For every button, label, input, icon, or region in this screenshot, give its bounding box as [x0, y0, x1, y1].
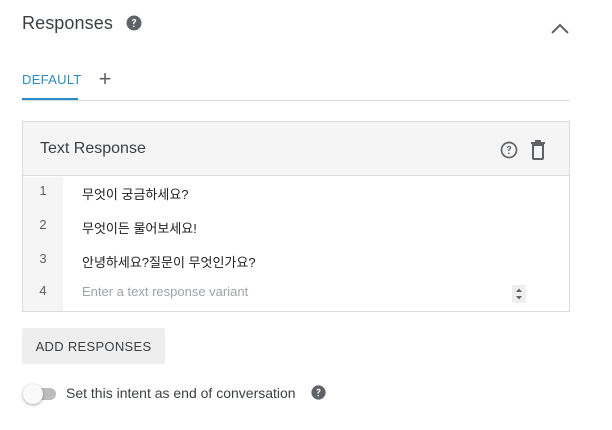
line-number: 1	[39, 183, 47, 198]
section-title: Responses	[22, 13, 113, 33]
add-responses-label: ADD RESPONSES	[35, 338, 152, 354]
end-conversation-toggle[interactable]	[22, 383, 58, 405]
response-input[interactable]: Enter a text response variant	[82, 284, 248, 299]
response-text[interactable]: 무엇이든 물어보세요!	[82, 218, 197, 237]
end-conversation-label: Set this intent as end of conversation	[66, 385, 296, 401]
help-outline-icon[interactable]	[499, 140, 519, 160]
response-row: 4 Enter a text response variant	[23, 277, 569, 311]
text-response-card: Text Response 1 무엇이 궁금하세요? 2 무엇이든 물어보세요!…	[22, 121, 570, 312]
toggle-thumb	[23, 384, 43, 404]
line-number: 2	[39, 217, 47, 232]
response-text[interactable]: 무엇이 궁금하세요?	[82, 184, 189, 203]
response-row: 2 무엇이든 물어보세요!	[23, 211, 569, 245]
help-circle-icon[interactable]	[310, 384, 327, 401]
chevron-up-icon[interactable]	[549, 20, 571, 38]
plus-icon[interactable]: +	[96, 68, 114, 90]
card-header: Text Response	[23, 122, 569, 176]
trash-icon[interactable]	[529, 139, 547, 161]
response-row: 3 안녕하세요?질문이 무엇인가요?	[23, 245, 569, 279]
line-number: 3	[39, 251, 47, 266]
tab-divider	[22, 100, 570, 101]
card-title: Text Response	[40, 140, 146, 157]
help-circle-icon[interactable]	[125, 14, 143, 32]
spinner-arrows-icon[interactable]	[512, 285, 526, 303]
response-text[interactable]: 안녕하세요?질문이 무엇인가요?	[82, 252, 256, 271]
add-responses-button[interactable]: ADD RESPONSES	[22, 328, 165, 364]
responses-panel: Responses DEFAULT + Text Response 1 무엇이 …	[0, 0, 612, 430]
response-row: 1 무엇이 궁금하세요?	[23, 177, 569, 211]
tab-default[interactable]: DEFAULT	[22, 72, 82, 87]
line-number: 4	[39, 283, 47, 298]
